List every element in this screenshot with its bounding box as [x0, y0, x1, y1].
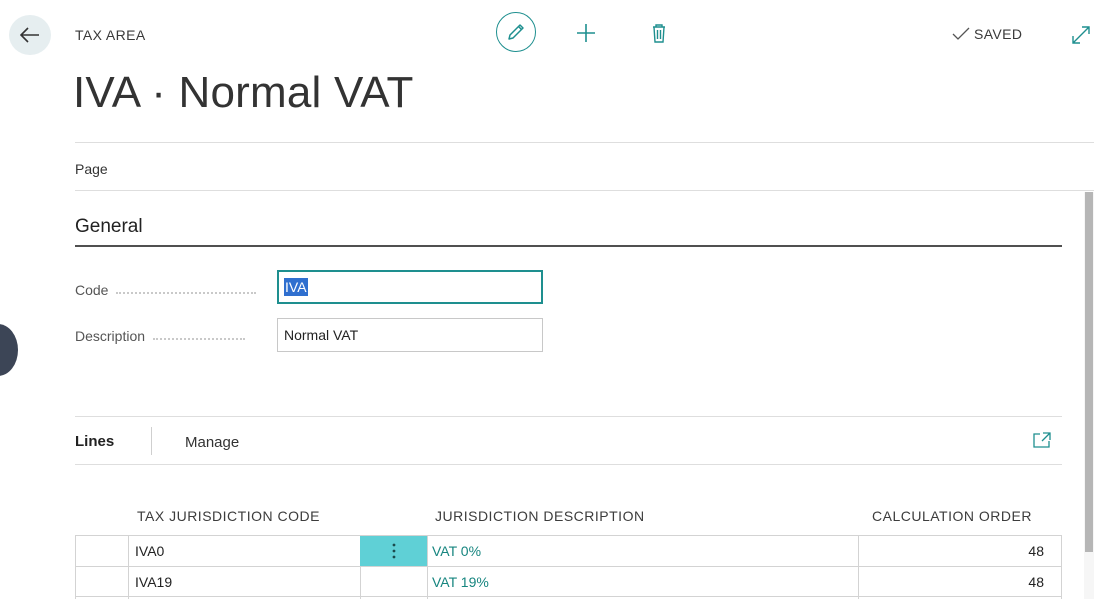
delete-button[interactable] [650, 22, 668, 44]
arrow-left-icon [20, 27, 39, 43]
grid-line [1061, 535, 1062, 599]
code-label: Code [75, 282, 257, 298]
divider [75, 464, 1062, 465]
divider [75, 190, 1094, 191]
divider [75, 416, 1062, 417]
section-underline [75, 245, 1062, 247]
cell-order[interactable]: 48 [870, 574, 1044, 590]
description-label: Description [75, 328, 246, 344]
expand-icon [1072, 26, 1090, 44]
grid-line [858, 535, 859, 599]
row-actions-button[interactable] [360, 536, 427, 566]
column-header-description[interactable]: JURISDICTION DESCRIPTION [435, 508, 645, 524]
column-header-code[interactable]: TAX JURISDICTION CODE [137, 508, 320, 524]
code-value: IVA [284, 278, 308, 296]
label-leader-dots [153, 338, 246, 340]
row-border [75, 596, 1062, 597]
edit-button[interactable] [496, 12, 536, 52]
expand-page-button[interactable] [1070, 24, 1092, 46]
trash-icon [653, 24, 665, 43]
code-label-text: Code [75, 282, 109, 298]
pencil-icon [508, 24, 524, 40]
description-label-text: Description [75, 328, 146, 344]
grid-line [75, 535, 76, 599]
open-lines-button[interactable] [1033, 432, 1051, 448]
breadcrumb[interactable]: TAX AREA [75, 27, 146, 43]
lines-tab[interactable]: Lines [75, 433, 114, 450]
saved-label: SAVED [974, 26, 1023, 42]
vertical-dots-icon [392, 543, 395, 559]
grid-line [128, 535, 129, 599]
code-field[interactable]: IVA [277, 270, 543, 304]
label-leader-dots [116, 292, 257, 294]
open-in-new-icon [1033, 432, 1051, 448]
plus-icon [577, 24, 595, 42]
section-title-general[interactable]: General [75, 216, 143, 238]
saved-status: SAVED [952, 26, 1022, 42]
description-field[interactable]: Normal VAT [277, 318, 543, 352]
scrollbar-thumb[interactable] [1085, 192, 1093, 552]
add-button[interactable] [575, 22, 597, 44]
cell-description-link[interactable]: VAT 0% [432, 543, 481, 559]
side-panel-handle[interactable] [0, 324, 18, 376]
cell-code[interactable]: IVA0 [135, 543, 164, 559]
action-tab-page[interactable]: Page [75, 161, 108, 177]
column-header-order[interactable]: CALCULATION ORDER [872, 508, 1032, 524]
page-title: IVA · Normal VAT [73, 68, 414, 117]
divider [75, 142, 1094, 143]
lines-separator [151, 427, 152, 455]
back-button[interactable] [9, 15, 51, 55]
cell-description-link[interactable]: VAT 19% [432, 574, 489, 590]
cell-code[interactable]: IVA19 [135, 574, 172, 590]
manage-tab[interactable]: Manage [185, 434, 239, 451]
checkmark-icon [952, 27, 970, 40]
description-value: Normal VAT [284, 327, 359, 343]
cell-order[interactable]: 48 [870, 543, 1044, 559]
grid-line [427, 535, 428, 599]
